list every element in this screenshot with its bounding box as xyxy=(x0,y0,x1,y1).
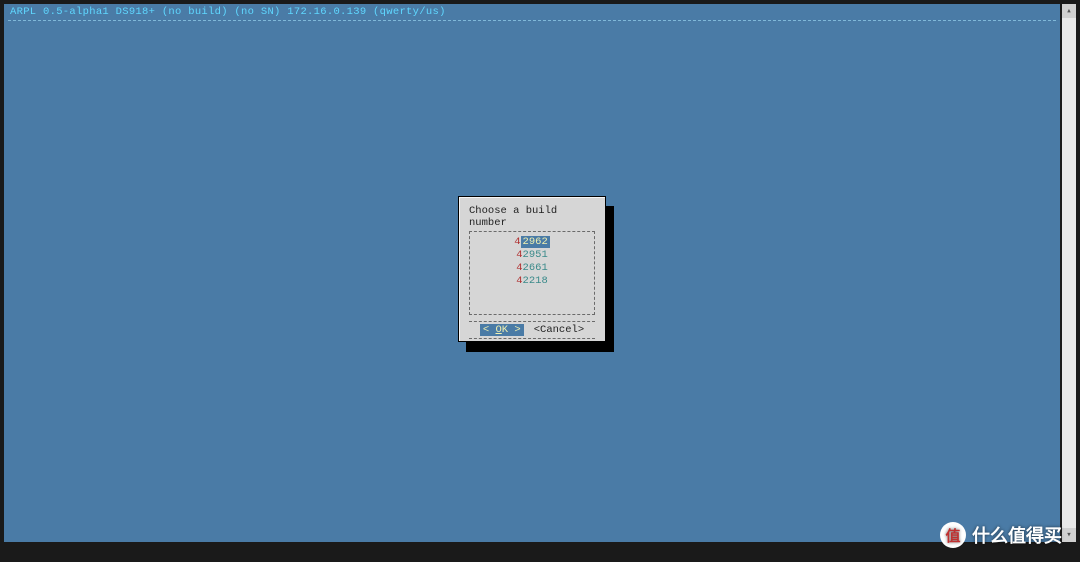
scroll-up-icon[interactable]: ▴ xyxy=(1062,4,1076,18)
dialog-buttons: < OK > <Cancel> xyxy=(469,321,595,339)
build-option[interactable]: 42218 xyxy=(470,275,594,288)
build-list: 42962 42951 42661 42218 xyxy=(469,231,595,315)
vertical-scrollbar[interactable]: ▴ ▾ xyxy=(1062,4,1076,542)
build-number: 2218 xyxy=(523,275,548,287)
build-number: 2951 xyxy=(523,249,548,261)
header-divider xyxy=(8,20,1056,21)
build-option[interactable]: 42951 xyxy=(470,249,594,262)
dialog-title: Choose a build number xyxy=(459,197,605,231)
build-number-dialog: Choose a build number 42962 42951 42661 … xyxy=(458,196,606,342)
build-option[interactable]: 42962 xyxy=(470,236,594,249)
watermark-badge-icon: 值 xyxy=(940,522,966,548)
watermark: 值 什么值得买 xyxy=(940,522,1062,548)
scroll-down-icon[interactable]: ▾ xyxy=(1062,528,1076,542)
status-line: ARPL 0.5-alpha1 DS918+ (no build) (no SN… xyxy=(4,4,1060,20)
ok-button[interactable]: < OK > xyxy=(480,324,524,336)
build-number: 2962 xyxy=(521,236,550,248)
cancel-button[interactable]: <Cancel> xyxy=(534,324,584,336)
build-number: 2661 xyxy=(523,262,548,274)
build-prefix: 4 xyxy=(514,236,520,248)
build-option[interactable]: 42661 xyxy=(470,262,594,275)
watermark-text: 什么值得买 xyxy=(972,522,1062,548)
